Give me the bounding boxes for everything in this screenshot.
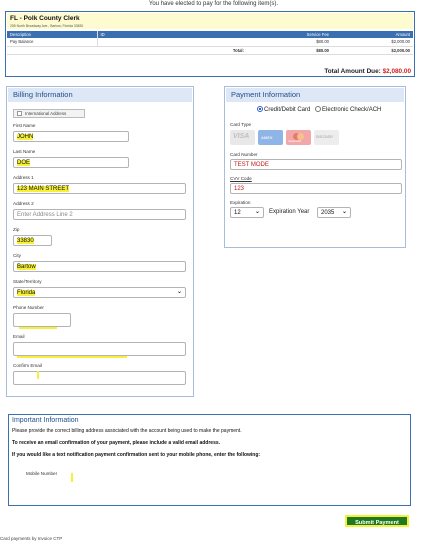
phone-field[interactable]: [13, 313, 71, 327]
total-label: Total:: [97, 46, 247, 55]
row-amount: $2,000.00: [332, 38, 413, 47]
zip-field[interactable]: 33830: [13, 235, 52, 246]
phone-label: Phone Number: [13, 305, 44, 310]
row-id: [96, 38, 247, 47]
exp-month-value: 12: [234, 210, 241, 216]
elected-pay-notice: You have elected to pay for the followin…: [148, 1, 279, 7]
table-row: Pay Balance $80.00 $2,000.00: [7, 38, 413, 47]
column-header: Amount: [332, 31, 413, 38]
last-name-field[interactable]: DOE: [13, 157, 129, 168]
payment-panel-header: Payment Information: [226, 88, 404, 102]
email-field[interactable]: [13, 342, 186, 356]
total-due-amount: $2,080.00: [382, 68, 411, 75]
card-number-field[interactable]: TEST MODE: [230, 159, 402, 170]
bottom-note: Card payments by Invoice CTP: [0, 536, 63, 541]
payment-information-panel: Payment Information Credit/Debit Card El…: [224, 86, 406, 248]
billing-panel-header: Billing Information: [8, 88, 192, 102]
highlight-mark: [17, 356, 127, 358]
cvv-label: CVV Code: [230, 176, 252, 181]
total-amount-due: Total Amount Due: $2,080.00: [324, 68, 411, 75]
invoice-table: Description ID Service Fee Amount Pay Ba…: [7, 31, 413, 55]
ach-radio-label: Electronic Check/ACH: [322, 107, 382, 113]
table-total-row: Total: $80.00 $2,000.00: [7, 46, 413, 55]
row-fee: $80.00: [247, 38, 332, 47]
address2-field[interactable]: Enter Address Line 2: [13, 209, 186, 220]
clerk-header: FL - Polk County Clerk 255 North Broadwa…: [7, 13, 413, 29]
international-address-toggle[interactable]: International Address: [13, 109, 85, 118]
zip-label: Zip: [13, 227, 20, 232]
total-fee: $80.00: [247, 46, 332, 55]
invoice-summary: FL - Polk County Clerk 255 North Broadwa…: [5, 11, 415, 77]
last-name-label: Last Name: [13, 149, 36, 154]
card-radio[interactable]: [257, 106, 263, 112]
column-header: ID: [96, 31, 247, 38]
chevron-down-icon: ⌄: [254, 209, 260, 215]
discover-card-icon: DISCOVER: [314, 130, 339, 145]
mastercard-card-icon: mastercard: [286, 130, 311, 145]
highlight-mark: [37, 371, 39, 379]
chevron-down-icon: ⌄: [341, 209, 347, 215]
city-label: City: [13, 253, 21, 258]
confirm-email-label: Confirm Email: [13, 363, 42, 368]
exp-year-label: Expiration Year: [269, 209, 310, 215]
exp-month-select[interactable]: 12 ⌄: [230, 207, 264, 218]
state-label: State/Territory: [13, 279, 42, 284]
payment-title: Payment Information: [231, 90, 301, 99]
row-description: Pay Balance: [7, 38, 97, 47]
submit-payment-button[interactable]: Submit Payment: [345, 515, 409, 527]
card-radio-label: Credit/Debit Card: [264, 107, 311, 113]
exp-year-select[interactable]: 2035 ⌄: [317, 207, 351, 218]
highlight-mark: [19, 327, 57, 329]
payment-method-group: Credit/Debit Card Electronic Check/ACH: [257, 106, 381, 113]
total-due-label: Total Amount Due:: [324, 68, 381, 75]
info-line-billing: Please provide the correct billing addre…: [12, 428, 242, 434]
ach-radio[interactable]: [315, 106, 322, 112]
mobile-number-input[interactable]: [71, 473, 73, 482]
first-name-field[interactable]: JOHN: [13, 131, 129, 142]
card-type-label: Card Type: [230, 122, 252, 127]
state-value: Florida: [17, 290, 36, 296]
address2-label: Address 2: [13, 201, 34, 206]
clerk-name: FL - Polk County Clerk: [10, 15, 80, 22]
total-amount: $2,000.00: [332, 46, 413, 55]
state-select[interactable]: Florida ⌄: [13, 287, 186, 298]
amex-card-icon: AMEX: [258, 130, 283, 145]
billing-title: Billing Information: [13, 90, 73, 99]
info-title: Important Information: [12, 417, 79, 424]
address1-label: Address 1: [13, 175, 34, 180]
cvv-field[interactable]: 123: [230, 183, 402, 194]
international-address-label: International Address: [25, 111, 67, 116]
visa-card-icon: VISA: [230, 130, 255, 145]
column-header: Service Fee: [247, 31, 332, 38]
first-name-label: First Name: [13, 123, 36, 128]
clerk-address: 255 North Broadway Ave., Bartow, Florida…: [10, 24, 84, 28]
checkbox-icon: [17, 111, 22, 116]
address1-field[interactable]: 123 MAIN STREET: [13, 183, 186, 194]
exp-year-value: 2035: [321, 210, 335, 216]
info-line-email: To receive an email confirmation of your…: [12, 440, 221, 446]
important-information-box: Important Information Please provide the…: [8, 414, 411, 506]
billing-information-panel: Billing Information International Addres…: [6, 86, 194, 397]
expiration-label: Expiration: [230, 200, 251, 205]
card-number-label: Card Number: [230, 152, 258, 157]
chevron-down-icon: ⌄: [176, 289, 182, 295]
column-header: Description: [7, 31, 97, 38]
mobile-number-label: Mobile Number: [26, 471, 58, 476]
email-label: Email: [13, 334, 25, 339]
table-header-row: Description ID Service Fee Amount: [7, 31, 413, 38]
city-field[interactable]: Bartow: [13, 261, 186, 272]
info-line-mobile: If you would like a text notification pa…: [12, 452, 261, 458]
